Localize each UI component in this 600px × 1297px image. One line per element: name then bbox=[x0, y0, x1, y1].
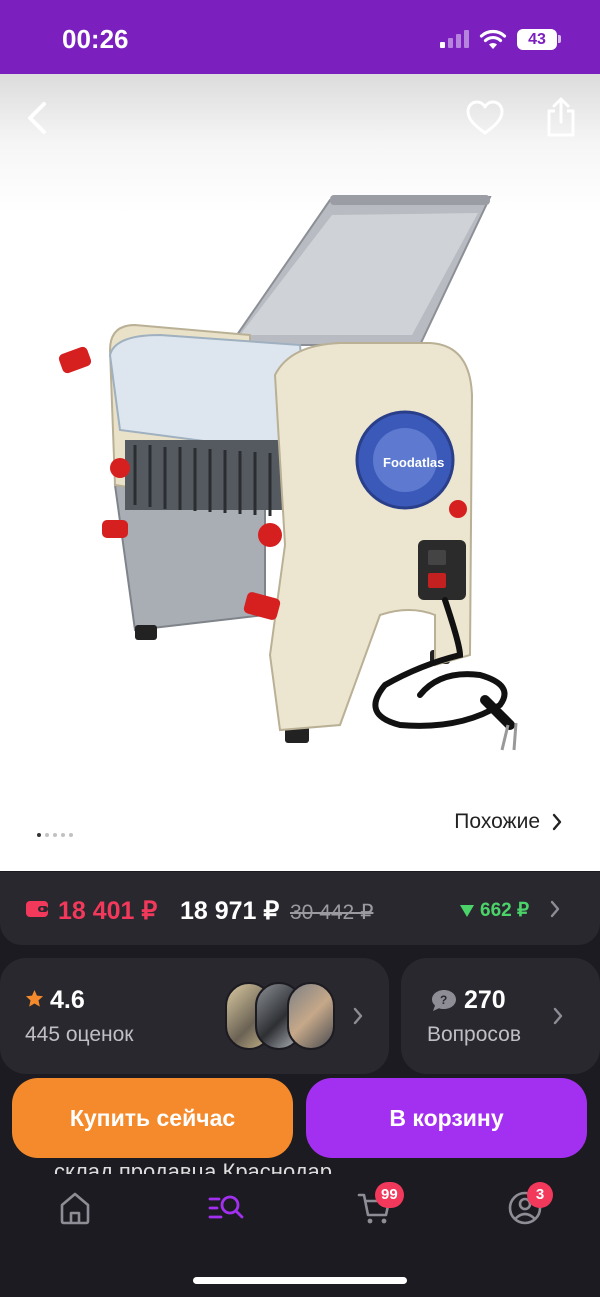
rating-count: 445 оценок bbox=[25, 1023, 134, 1046]
rating-value: 4.6 bbox=[50, 986, 85, 1014]
review-photo-thumbnails[interactable] bbox=[225, 982, 337, 1050]
chevron-right-icon bbox=[552, 813, 562, 831]
questions-label: Вопросов bbox=[427, 1023, 521, 1046]
share-icon[interactable] bbox=[542, 95, 580, 139]
cart-badge: 99 bbox=[375, 1182, 404, 1208]
similar-products-link[interactable]: Похожие bbox=[454, 810, 562, 834]
add-to-cart-button[interactable]: В корзину bbox=[306, 1078, 587, 1158]
price-drop-badge: 662 ₽ bbox=[460, 899, 529, 922]
home-icon[interactable] bbox=[56, 1189, 94, 1227]
wifi-icon bbox=[479, 29, 507, 49]
catalog-search-icon[interactable] bbox=[207, 1189, 245, 1227]
chevron-right-icon bbox=[553, 1007, 563, 1025]
battery-indicator: 43 bbox=[517, 29, 557, 50]
questions-card[interactable] bbox=[401, 958, 600, 1074]
regular-price: 18 971 ₽ bbox=[180, 897, 280, 925]
price-drop-value: 662 ₽ bbox=[480, 900, 530, 921]
review-thumbnail[interactable] bbox=[287, 982, 335, 1050]
back-chevron-icon[interactable] bbox=[22, 98, 56, 138]
wallet-icon bbox=[26, 901, 48, 917]
svg-text:Foodatlas: Foodatlas bbox=[383, 455, 444, 470]
favorite-heart-icon[interactable] bbox=[464, 98, 506, 138]
gallery-pagination-dots bbox=[37, 833, 73, 837]
battery-tip bbox=[558, 35, 561, 43]
profile-badge: 3 bbox=[527, 1182, 553, 1208]
questions-count: 270 bbox=[464, 986, 506, 1014]
buy-now-button[interactable]: Купить сейчас bbox=[12, 1078, 293, 1158]
question-bubble-icon: ? bbox=[432, 990, 456, 1011]
svg-text:?: ? bbox=[440, 993, 447, 1007]
status-time: 00:26 bbox=[62, 24, 129, 54]
product-photo-pasta-machine[interactable]: Foodatlas bbox=[40, 185, 560, 775]
chevron-right-icon bbox=[550, 900, 560, 918]
down-triangle-icon bbox=[460, 904, 474, 917]
card-price: 18 401 ₽ bbox=[58, 897, 158, 925]
chevron-right-icon bbox=[353, 1007, 363, 1025]
similar-products-label: Похожие bbox=[454, 810, 540, 833]
star-icon bbox=[25, 989, 44, 1007]
old-price: 30 442 ₽ bbox=[290, 901, 374, 924]
cellular-signal-icon bbox=[440, 30, 470, 48]
home-indicator[interactable] bbox=[193, 1277, 407, 1284]
